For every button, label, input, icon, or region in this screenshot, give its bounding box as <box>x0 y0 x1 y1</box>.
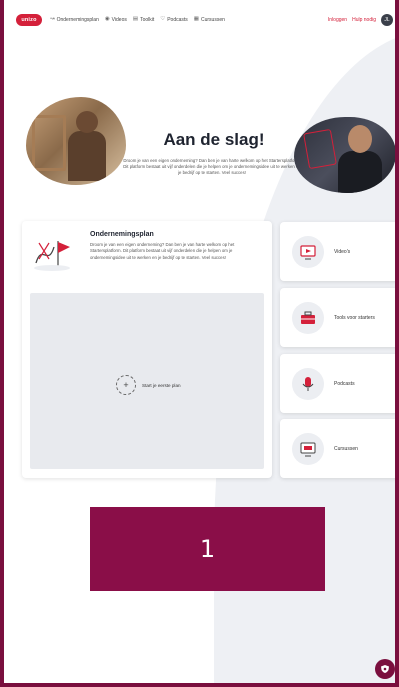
step-number-overlay: 1 <box>90 507 325 591</box>
hero-image-carpenter <box>26 97 126 185</box>
side-card-podcasts[interactable]: Podcasts <box>280 354 395 413</box>
login-link[interactable]: Inloggen <box>328 17 347 23</box>
nav-label: Toolkit <box>140 17 155 23</box>
plus-icon: + <box>116 375 136 395</box>
plan-card-text: Droom je van een eigen onderneming? Dan … <box>90 242 235 260</box>
plan-card-title: Ondernemingsplan <box>90 231 154 238</box>
video-icon <box>292 235 324 268</box>
side-card-tools[interactable]: Tools voor starters <box>280 288 395 347</box>
side-card-cursussen[interactable]: Cursussen <box>280 419 395 478</box>
step-number: 1 <box>199 535 216 563</box>
top-navigation: unizo ↝ Ondernemingsplan ◉ Videos ▤ Tool… <box>8 6 395 34</box>
hero-intro-text: Droom je van een eigen onderneming? Dan … <box>123 158 301 176</box>
side-card-label: Video's <box>334 248 351 255</box>
toolbox-icon <box>292 301 324 334</box>
header-right: Inloggen Hulp nodig JL <box>328 14 393 26</box>
hero-image-designer <box>294 117 395 193</box>
start-plan-label: Start je eerste plan <box>142 382 181 388</box>
app-frame: unizo ↝ Ondernemingsplan ◉ Videos ▤ Tool… <box>0 0 399 687</box>
nav-item-ondernemingsplan[interactable]: ↝ Ondernemingsplan <box>50 17 99 23</box>
nav-item-toolkit[interactable]: ▤ Toolkit <box>133 17 154 23</box>
nav-label: Podcasts <box>167 17 188 23</box>
side-card-label: Podcasts <box>334 380 355 387</box>
route-icon: ↝ <box>50 16 55 23</box>
nav-item-cursussen[interactable]: ▦ Cursussen <box>194 17 225 23</box>
nav-label: Videos <box>111 17 127 23</box>
shield-icon <box>381 665 389 673</box>
plan-drop-area: + Start je eerste plan <box>30 293 264 469</box>
avatar[interactable]: JL <box>381 14 393 26</box>
nav-label: Ondernemingsplan <box>56 17 99 23</box>
monitor-icon <box>292 432 324 465</box>
side-card-label: Tools voor starters <box>334 314 375 321</box>
nav-item-videos[interactable]: ◉ Videos <box>105 17 127 23</box>
side-card-label: Cursussen <box>334 445 358 452</box>
route-flag-icon <box>34 241 70 271</box>
microphone-icon <box>292 367 324 400</box>
support-button[interactable] <box>375 659 395 679</box>
main-nav: ↝ Ondernemingsplan ◉ Videos ▤ Toolkit ♡ … <box>50 17 328 23</box>
side-card-videos[interactable]: Video's <box>280 222 395 281</box>
podcast-icon: ♡ <box>160 16 166 23</box>
ondernemingsplan-card: Ondernemingsplan Droom je van een eigen … <box>22 221 272 478</box>
page-title: Aan de slag! <box>163 130 265 149</box>
nav-label: Cursussen <box>200 17 225 23</box>
courses-icon: ▦ <box>193 16 199 23</box>
start-first-plan-button[interactable]: + Start je eerste plan <box>116 375 181 395</box>
video-icon: ◉ <box>104 16 110 23</box>
nav-item-podcasts[interactable]: ♡ Podcasts <box>160 17 188 23</box>
toolkit-icon: ▤ <box>132 16 139 23</box>
unizo-logo[interactable]: unizo <box>16 14 42 26</box>
help-link[interactable]: Hulp nodig <box>352 17 376 23</box>
